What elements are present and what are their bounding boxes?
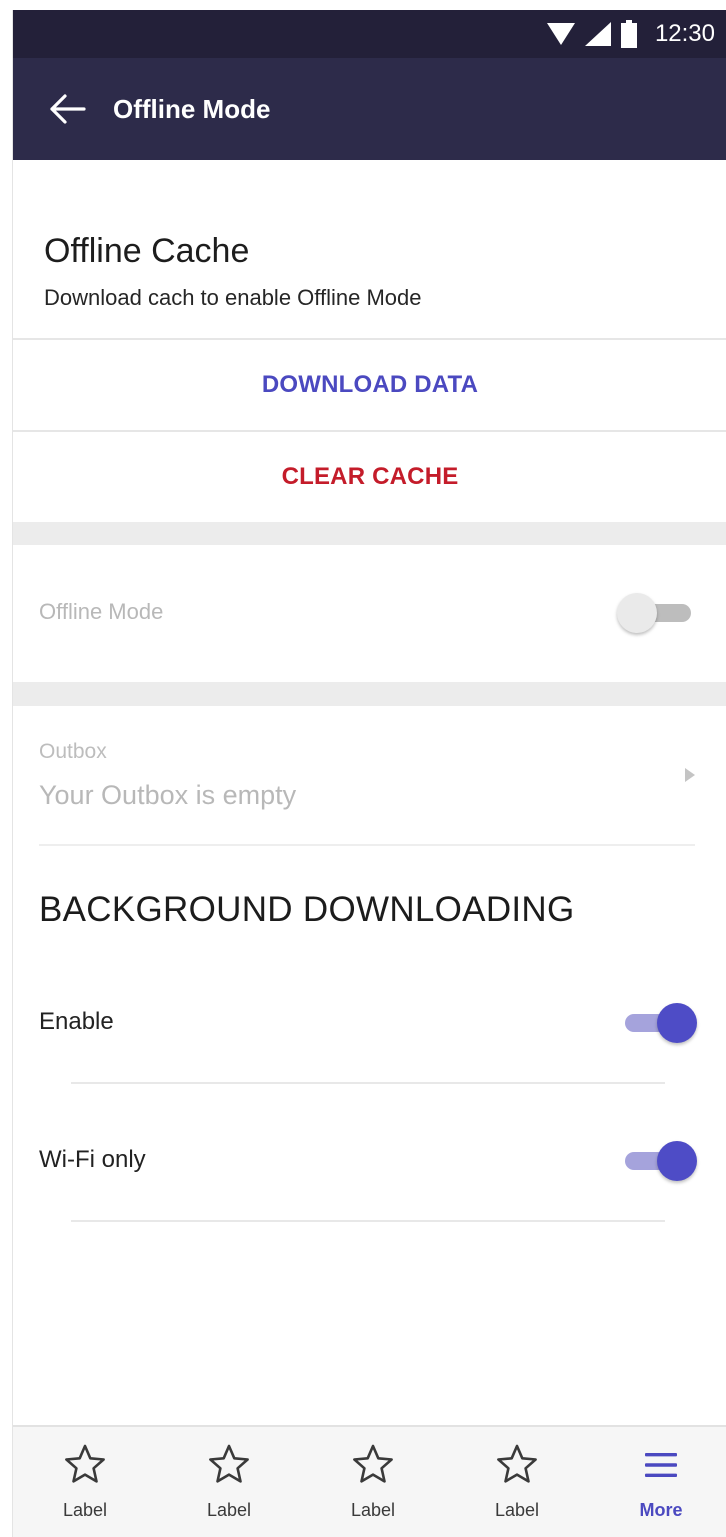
page-top-strip xyxy=(0,0,726,10)
divider xyxy=(39,844,695,846)
signal-icon xyxy=(584,22,611,46)
phone-screen: 12:30 Offline Mode Offline Cache Downloa… xyxy=(12,10,726,1537)
menu-icon xyxy=(645,1453,677,1477)
enable-setting-row: Enable xyxy=(13,978,726,1068)
wifi-only-setting-row: Wi-Fi only xyxy=(13,1116,726,1206)
offline-cache-title: Offline Cache xyxy=(44,232,250,270)
divider xyxy=(71,1220,665,1222)
outbox-row[interactable]: Outbox Your Outbox is empty xyxy=(13,706,726,842)
divider xyxy=(71,1082,665,1084)
nav-item-more[interactable]: More xyxy=(611,1427,711,1537)
nav-item-label-4[interactable]: Label xyxy=(467,1427,567,1537)
wifi-only-toggle[interactable] xyxy=(621,1141,697,1181)
status-time: 12:30 xyxy=(654,20,715,47)
offline-mode-row: Offline Mode xyxy=(13,545,726,682)
download-data-button[interactable]: DOWNLOAD DATA xyxy=(13,340,726,430)
status-bar: 12:30 xyxy=(13,10,726,58)
enable-toggle[interactable] xyxy=(621,1003,697,1043)
outbox-label: Outbox xyxy=(39,740,107,763)
section-separator xyxy=(13,522,726,545)
nav-label: More xyxy=(639,1500,683,1520)
toggle-knob xyxy=(657,1003,697,1043)
status-icons: 12:30 xyxy=(546,10,715,58)
background-downloading-heading: BACKGROUND DOWNLOADING xyxy=(39,890,575,929)
page-title: Offline Mode xyxy=(113,93,271,124)
chevron-right-icon xyxy=(685,768,695,782)
star-icon xyxy=(497,1444,537,1483)
offline-cache-section: Offline Cache Download cach to enable Of… xyxy=(13,160,726,338)
section-separator xyxy=(13,682,726,706)
nav-item-label-1[interactable]: Label xyxy=(35,1427,135,1537)
clear-cache-button[interactable]: CLEAR CACHE xyxy=(13,432,726,522)
wifi-only-label: Wi-Fi only xyxy=(39,1146,146,1173)
offline-mode-label: Offline Mode xyxy=(39,599,164,624)
nav-item-label-2[interactable]: Label xyxy=(179,1427,279,1537)
nav-label: Label xyxy=(62,1500,108,1520)
toggle-knob xyxy=(657,1141,697,1181)
star-icon xyxy=(209,1444,249,1483)
nav-label: Label xyxy=(350,1500,396,1520)
star-icon xyxy=(353,1444,393,1483)
nav-item-label-3[interactable]: Label xyxy=(323,1427,423,1537)
battery-icon xyxy=(620,20,637,48)
enable-label: Enable xyxy=(39,1008,114,1035)
star-icon xyxy=(65,1444,105,1483)
bottom-navigation: Label Label Label Label More xyxy=(13,1425,726,1537)
offline-cache-subtitle: Download cach to enable Offline Mode xyxy=(44,285,422,310)
toggle-knob xyxy=(617,593,657,633)
offline-mode-toggle[interactable] xyxy=(617,593,693,633)
nav-label: Label xyxy=(494,1500,540,1520)
back-button[interactable] xyxy=(43,85,91,133)
outbox-value: Your Outbox is empty xyxy=(39,780,297,810)
nav-label: Label xyxy=(206,1500,252,1520)
wifi-icon xyxy=(546,23,575,45)
content-area: Offline Cache Download cach to enable Of… xyxy=(13,160,726,1427)
app-bar: Offline Mode xyxy=(13,58,726,160)
arrow-left-icon xyxy=(50,94,86,124)
